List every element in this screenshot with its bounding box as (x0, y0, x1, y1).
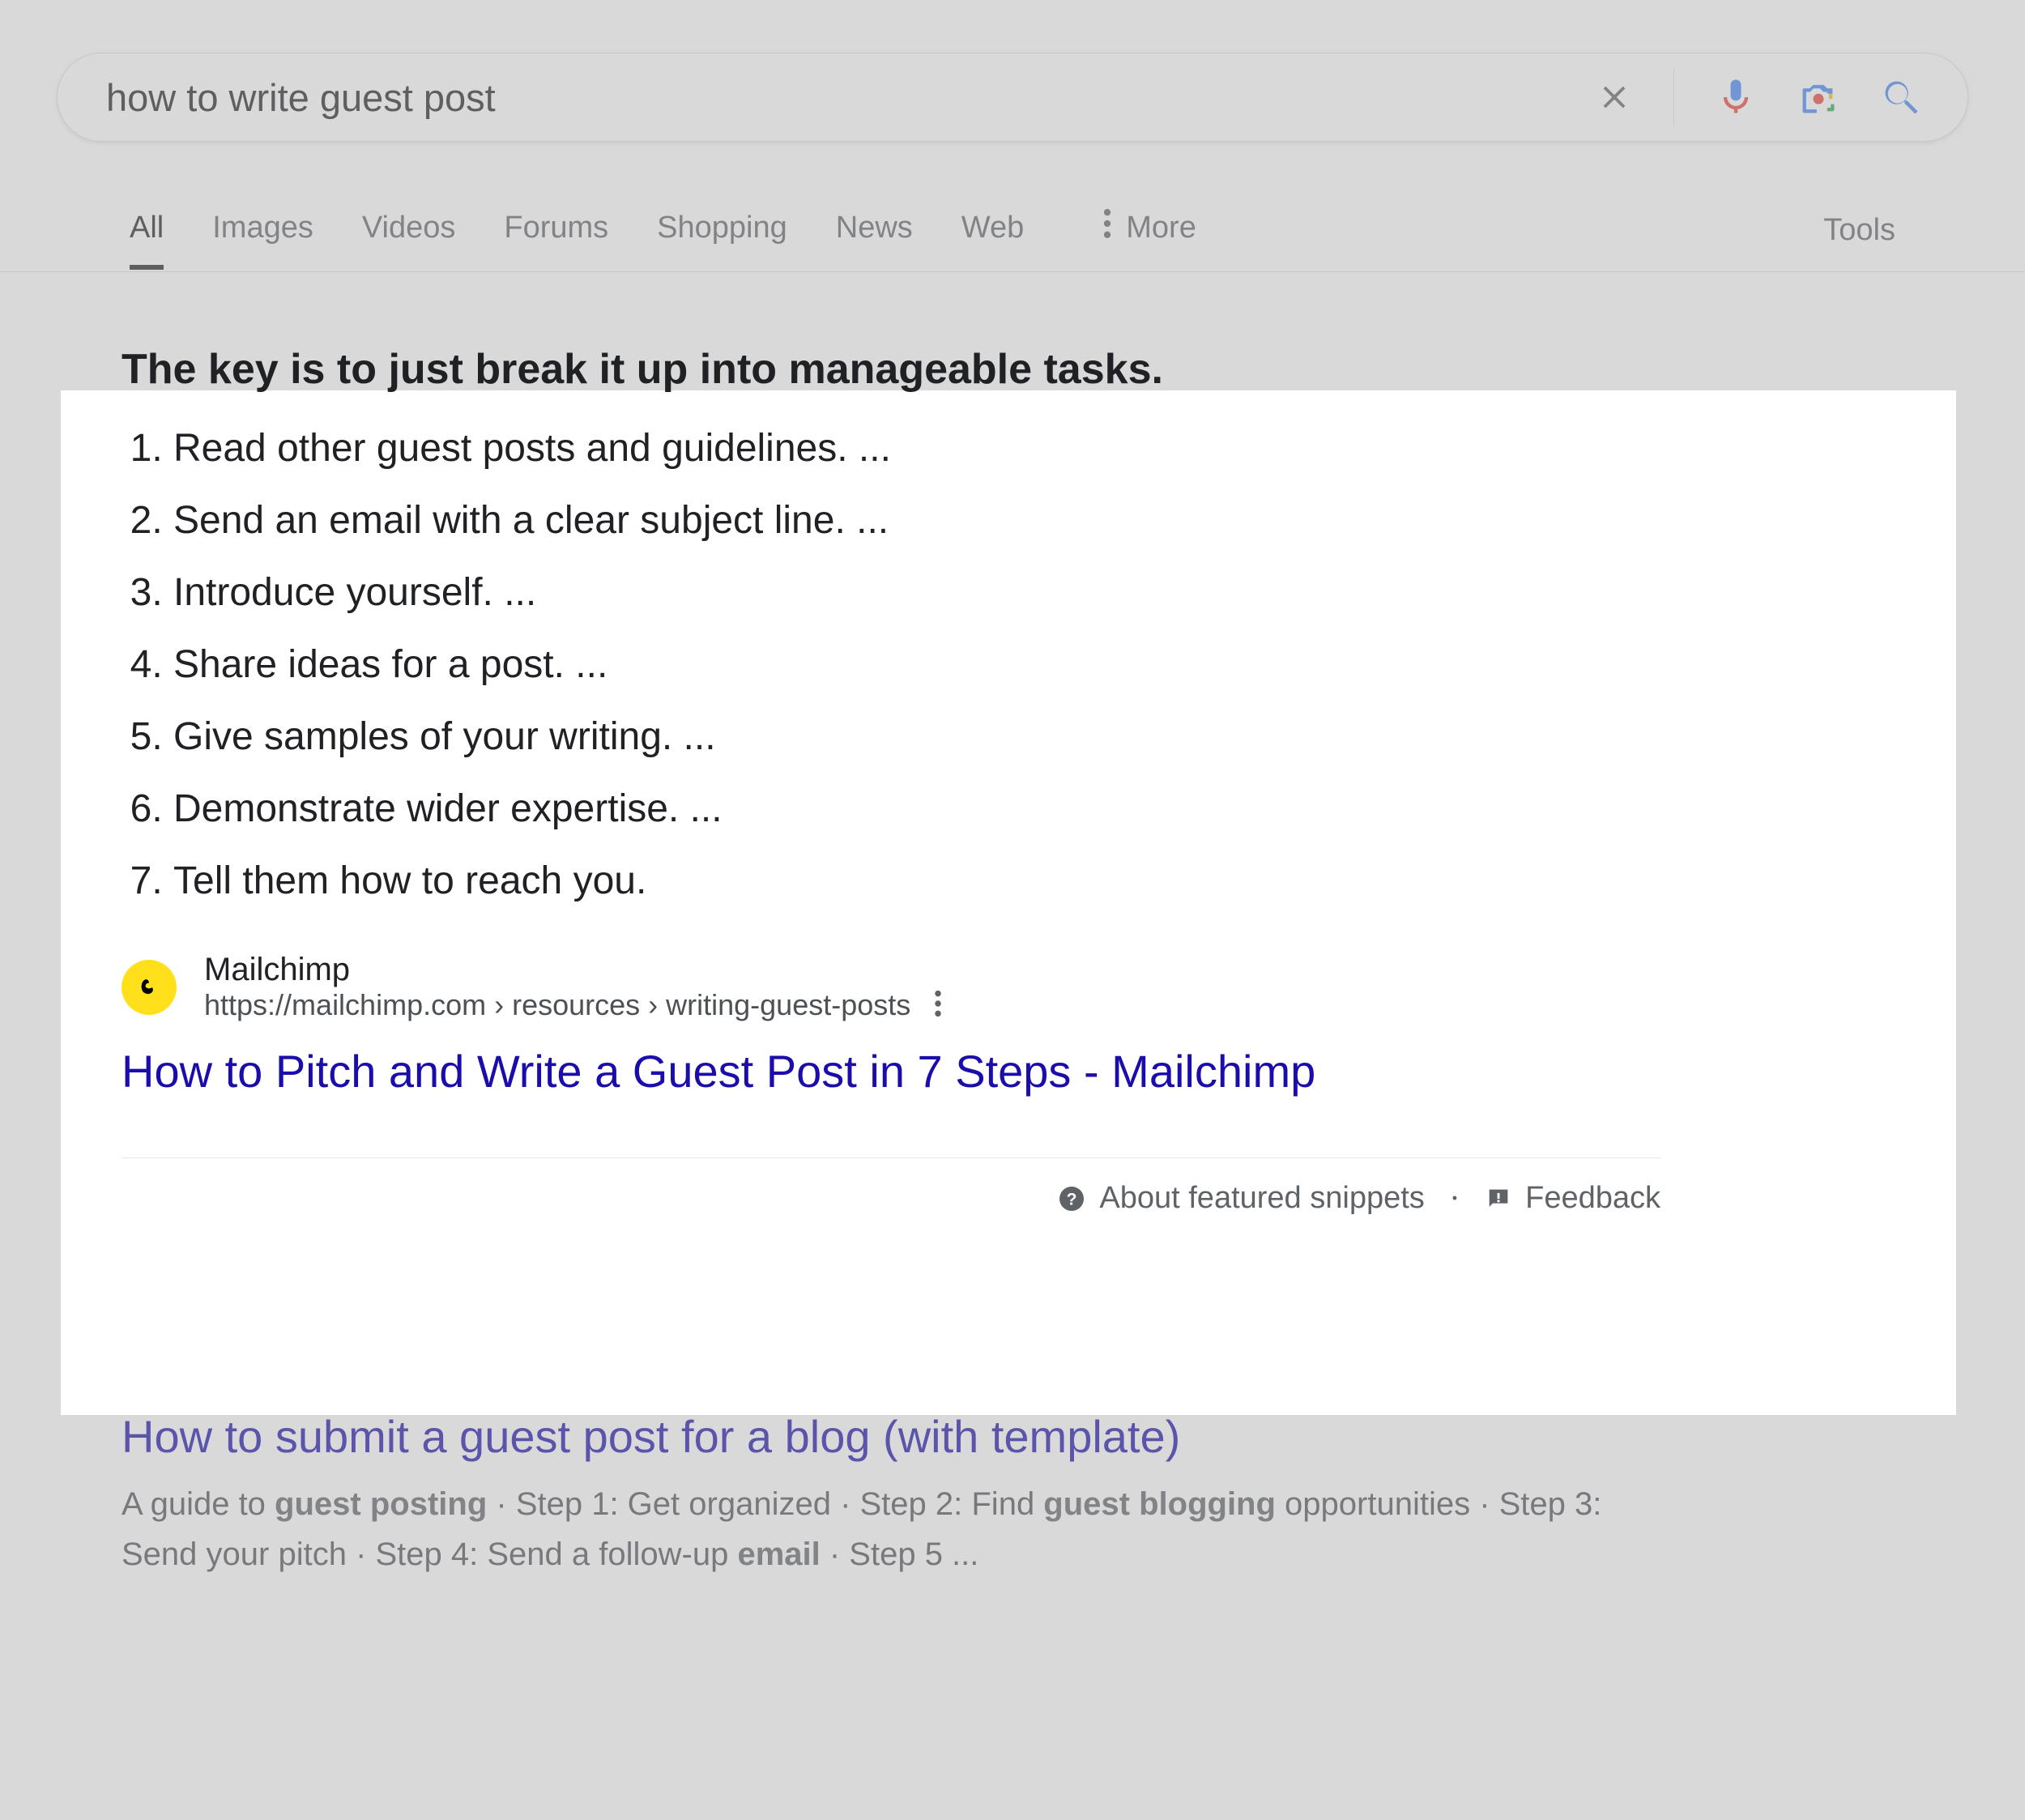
result-title-link[interactable]: How to submit a guest post for a blog (w… (122, 1410, 1660, 1463)
search-tabs: All Images Videos Forums Shopping News W… (0, 189, 2025, 272)
voice-search-icon[interactable] (1710, 71, 1762, 123)
divider (1673, 69, 1674, 126)
result-snippet: A guide to guest posting · Step 1: Get o… (122, 1479, 1660, 1579)
search-icon[interactable] (1875, 71, 1927, 123)
tab-videos[interactable]: Videos (362, 191, 456, 270)
result-site-name: Mailchimp (204, 952, 943, 988)
tab-more[interactable]: More (1102, 189, 1196, 271)
svg-text:?: ? (1067, 1190, 1077, 1208)
image-search-icon[interactable] (1793, 71, 1844, 123)
feedback-icon (1485, 1185, 1512, 1213)
separator-dot: • (1452, 1190, 1457, 1207)
featured-snippet-footer: ? About featured snippets • Feedback (122, 1157, 1660, 1216)
featured-snippet: The key is to just break it up into mana… (0, 272, 1782, 1216)
snippet-step: Send an email with a clear subject line.… (173, 498, 1660, 543)
result-site-name: Zapier (204, 1317, 912, 1353)
snippet-step: Share ideas for a post. ... (173, 642, 1660, 687)
result-url: https://zapier.com › Business growth › M… (204, 1353, 880, 1387)
help-icon: ? (1057, 1184, 1086, 1213)
search-bar[interactable] (57, 53, 1968, 142)
tab-all[interactable]: All (130, 191, 164, 270)
snippet-step: Read other guest posts and guidelines. .… (173, 426, 1660, 471)
snippet-step: Demonstrate wider expertise. ... (173, 786, 1660, 831)
tab-images[interactable]: Images (212, 191, 313, 270)
search-input[interactable] (106, 75, 1591, 120)
tab-more-label: More (1126, 211, 1196, 245)
tab-shopping[interactable]: Shopping (657, 191, 787, 270)
result-url: https://mailchimp.com › resources › writ… (204, 988, 910, 1022)
snippet-steps-list: Read other guest posts and guidelines. .… (122, 426, 1660, 903)
more-vert-icon[interactable] (933, 990, 943, 1021)
favicon-zapier: zapier (122, 1325, 177, 1380)
more-vert-icon (1102, 208, 1113, 247)
tab-web[interactable]: Web (961, 191, 1024, 270)
feedback-link[interactable]: Feedback (1485, 1181, 1660, 1216)
about-featured-snippets-link[interactable]: ? About featured snippets (1057, 1181, 1424, 1216)
featured-result: Mailchimp https://mailchimp.com › resour… (122, 952, 1660, 1098)
snippet-step: Tell them how to reach you. (173, 859, 1660, 903)
favicon-mailchimp (122, 960, 177, 1015)
snippet-heading: The key is to just break it up into mana… (122, 345, 1660, 394)
result-title-link[interactable]: How to Pitch and Write a Guest Post in 7… (122, 1045, 1660, 1098)
tab-news[interactable]: News (836, 191, 913, 270)
tools-button[interactable]: Tools (1823, 194, 1895, 267)
tab-forums[interactable]: Forums (504, 191, 608, 270)
snippet-step: Give samples of your writing. ... (173, 714, 1660, 759)
search-result: zapier Zapier https://zapier.com › Busin… (0, 1216, 1782, 1579)
more-vert-icon[interactable] (902, 1355, 912, 1387)
snippet-step: Introduce yourself. ... (173, 570, 1660, 615)
clear-icon[interactable] (1591, 74, 1638, 121)
